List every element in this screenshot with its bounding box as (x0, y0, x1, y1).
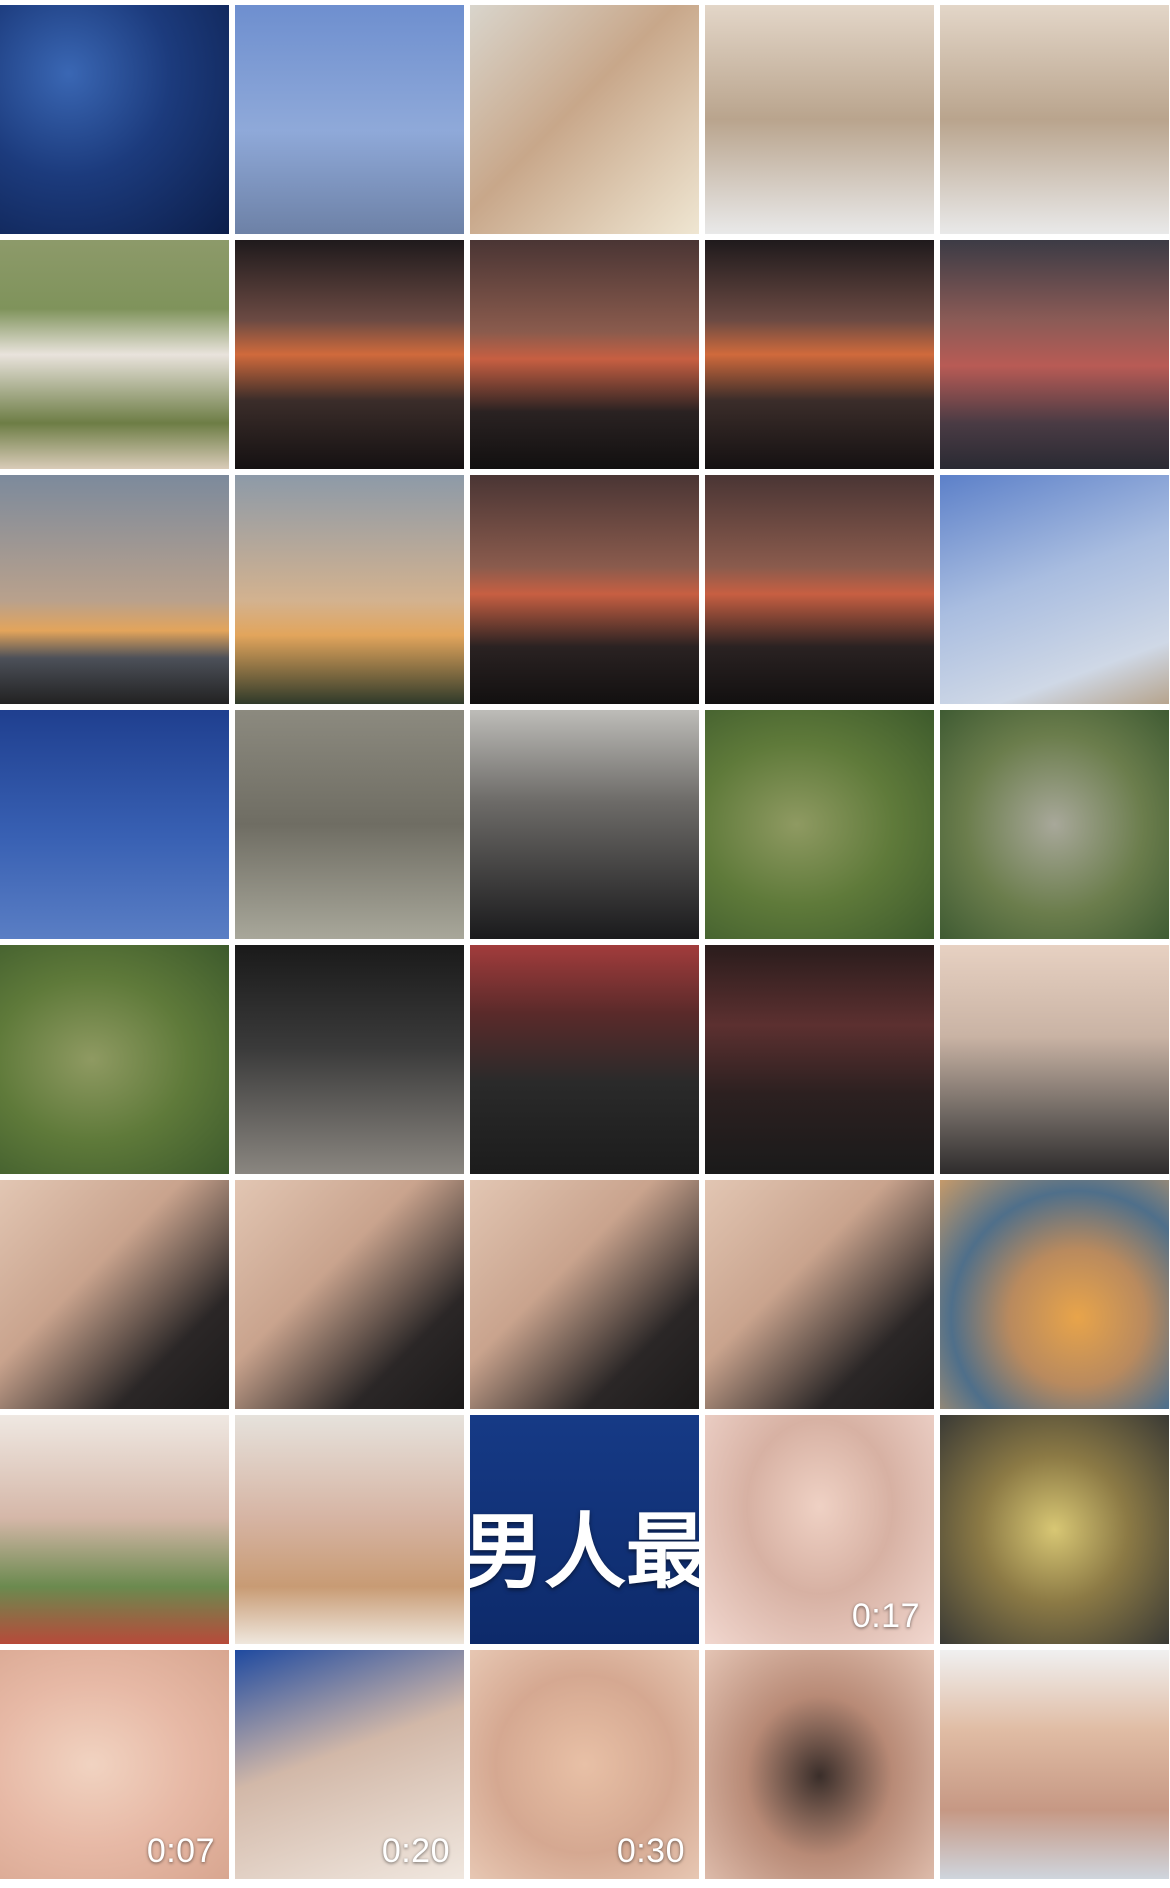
gallery-thumbnail[interactable] (940, 5, 1169, 234)
gallery-thumbnail[interactable] (470, 710, 699, 939)
gallery-thumbnail[interactable] (940, 710, 1169, 939)
aerial-collage-photo (0, 945, 229, 1174)
sky-person-photo (940, 475, 1169, 704)
massage-room-photo (0, 1180, 229, 1409)
gallery-thumbnail[interactable] (705, 5, 934, 234)
starry-sky-photo (0, 710, 229, 939)
gallery-thumbnail[interactable] (705, 1650, 934, 1879)
sunset-sea-collage-photo (940, 240, 1169, 469)
gallery-thumbnail[interactable] (235, 945, 464, 1174)
gallery-thumbnail[interactable] (705, 710, 934, 939)
gallery-thumbnail[interactable] (235, 5, 464, 234)
sunset-dance-photo (705, 475, 934, 704)
couple-collage-photo (0, 240, 229, 469)
sunset-drone-photo (0, 475, 229, 704)
gallery-thumbnail[interactable]: 0:07 (0, 1650, 229, 1879)
gallery-thumbnail[interactable] (470, 945, 699, 1174)
gallery-thumbnail[interactable] (0, 5, 229, 234)
gallery-thumbnail[interactable] (235, 1415, 464, 1644)
store-mirror-selfie-photo (940, 5, 1169, 234)
store-mirror-selfie-photo (705, 5, 934, 234)
gallery-thumbnail[interactable] (0, 1415, 229, 1644)
aerial-island-photo (705, 710, 934, 939)
gallery-thumbnail[interactable] (0, 710, 229, 939)
couple-on-rocks-photo (235, 710, 464, 939)
starry-sky-photo (0, 5, 229, 234)
gallery-thumbnail[interactable] (470, 475, 699, 704)
night-sky-person-photo (235, 5, 464, 234)
gallery-thumbnail[interactable]: 0:20 (235, 1650, 464, 1879)
gallery-thumbnail[interactable] (235, 1180, 464, 1409)
gallery-thumbnail[interactable] (0, 475, 229, 704)
gallery-thumbnail[interactable] (705, 1180, 934, 1409)
photo-grid: 男人最 0:17 0:07 0:20 0:30 (0, 0, 1170, 1888)
thumbnail-overlay-text: 男人最 (470, 1505, 699, 1600)
girl-dessert-photo (0, 1415, 229, 1644)
video-duration-label: 0:17 (851, 1597, 920, 1635)
gallery-thumbnail[interactable] (705, 475, 934, 704)
gallery-thumbnail[interactable] (235, 475, 464, 704)
gallery-thumbnail[interactable] (470, 240, 699, 469)
gallery-thumbnail[interactable] (705, 240, 934, 469)
sunset-dance-photo (235, 240, 464, 469)
gallery-thumbnail[interactable] (940, 1650, 1169, 1879)
gallery-thumbnail[interactable] (235, 710, 464, 939)
dessert-table-photo (940, 1180, 1169, 1409)
sunset-silhouette-photo (470, 240, 699, 469)
gallery-thumbnail[interactable] (705, 945, 934, 1174)
masked-selfie-photo (470, 710, 699, 939)
gallery-thumbnail[interactable] (235, 240, 464, 469)
gallery-thumbnail[interactable]: 0:30 (470, 1650, 699, 1879)
girl-smiling-photo (235, 1415, 464, 1644)
video-duration-label: 0:07 (146, 1832, 215, 1870)
gallery-thumbnail[interactable] (940, 945, 1169, 1174)
soup-pot-photo (940, 1415, 1169, 1644)
arm-photo (470, 5, 699, 234)
cinema-screen-photo (705, 945, 934, 1174)
massage-room-selfie-photo (470, 1180, 699, 1409)
foot-massage-photo (940, 945, 1169, 1174)
gallery-thumbnail[interactable]: 男人最 (470, 1415, 699, 1644)
gallery-thumbnail[interactable] (940, 475, 1169, 704)
gallery-thumbnail[interactable] (0, 1180, 229, 1409)
sunset-dance-photo (470, 475, 699, 704)
gallery-thumbnail[interactable]: 0:17 (705, 1415, 934, 1644)
cinema-screen-photo (470, 945, 699, 1174)
closeup-photo (705, 1650, 934, 1879)
boy-selfie-photo (940, 1650, 1169, 1879)
aerial-island-photo (940, 710, 1169, 939)
video-duration-label: 0:30 (616, 1832, 685, 1870)
gallery-thumbnail[interactable] (940, 1415, 1169, 1644)
gallery-thumbnail[interactable] (940, 240, 1169, 469)
video-duration-label: 0:20 (381, 1832, 450, 1870)
gallery-thumbnail[interactable] (470, 5, 699, 234)
massage-room-photo (705, 1180, 934, 1409)
cinema-feet-photo (235, 945, 464, 1174)
gallery-thumbnail[interactable] (0, 945, 229, 1174)
massage-room-selfie-photo (235, 1180, 464, 1409)
sunset-tower-photo (235, 475, 464, 704)
gallery-thumbnail[interactable] (470, 1180, 699, 1409)
sunset-couple-photo (705, 240, 934, 469)
gallery-thumbnail[interactable] (0, 240, 229, 469)
gallery-thumbnail[interactable] (940, 1180, 1169, 1409)
